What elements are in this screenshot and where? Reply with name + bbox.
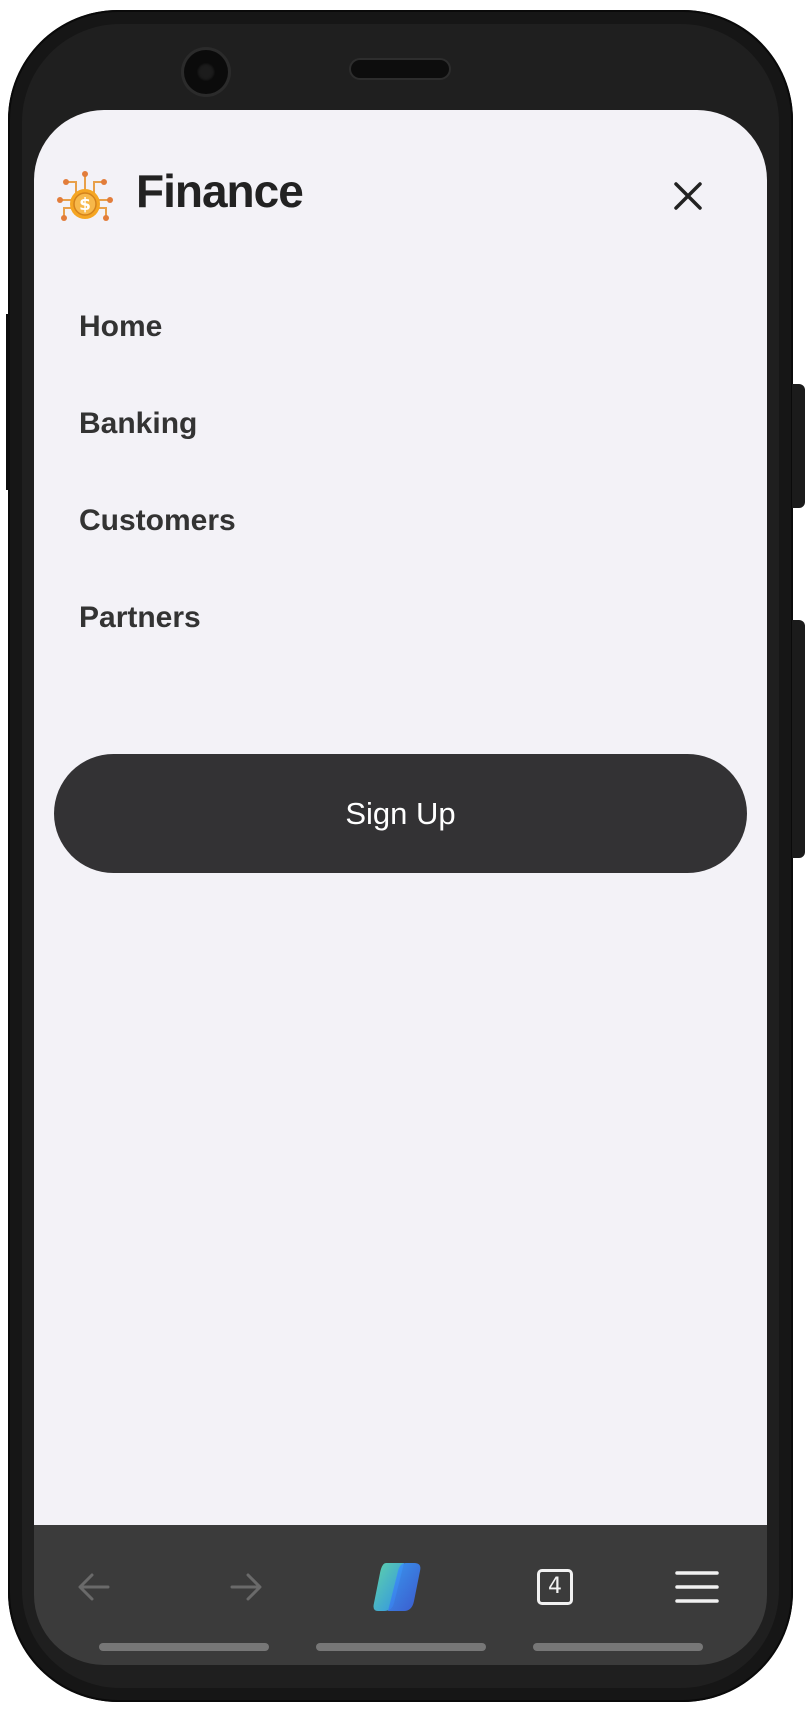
copilot-button[interactable] — [370, 1557, 430, 1617]
power-button — [792, 620, 805, 858]
nav-item-partners[interactable]: Partners — [79, 601, 236, 698]
screen: $ Finance Home Banking Customers Partner… — [34, 110, 767, 1525]
sign-up-button[interactable]: Sign Up — [54, 754, 747, 873]
forward-button[interactable] — [216, 1557, 276, 1617]
brand-name: Finance — [136, 165, 304, 217]
arrow-left-icon — [78, 1573, 110, 1601]
earpiece-speaker — [351, 60, 449, 78]
nav-item-customers[interactable]: Customers — [79, 504, 236, 601]
hamburger-menu-icon — [675, 1571, 719, 1603]
nav-menu: Home Banking Customers Partners — [79, 310, 236, 698]
volume-button — [792, 384, 805, 508]
money-network-icon: $ — [57, 171, 113, 221]
gesture-bar — [99, 1643, 269, 1651]
close-icon[interactable] — [668, 176, 708, 216]
gesture-bar — [533, 1643, 703, 1651]
copilot-icon — [373, 1563, 421, 1611]
nav-item-home[interactable]: Home — [79, 310, 236, 407]
svg-text:$: $ — [79, 195, 91, 215]
back-button[interactable] — [64, 1557, 124, 1617]
nav-item-banking[interactable]: Banking — [79, 407, 236, 504]
side-edge — [6, 314, 10, 490]
arrow-right-icon — [230, 1573, 262, 1601]
front-camera — [184, 50, 228, 94]
browser-menu-button[interactable] — [667, 1557, 727, 1617]
gesture-bar — [316, 1643, 486, 1651]
tab-count-badge: 4 — [537, 1569, 573, 1605]
tabs-button[interactable]: 4 — [525, 1557, 585, 1617]
browser-toolbar: 4 — [34, 1525, 767, 1665]
